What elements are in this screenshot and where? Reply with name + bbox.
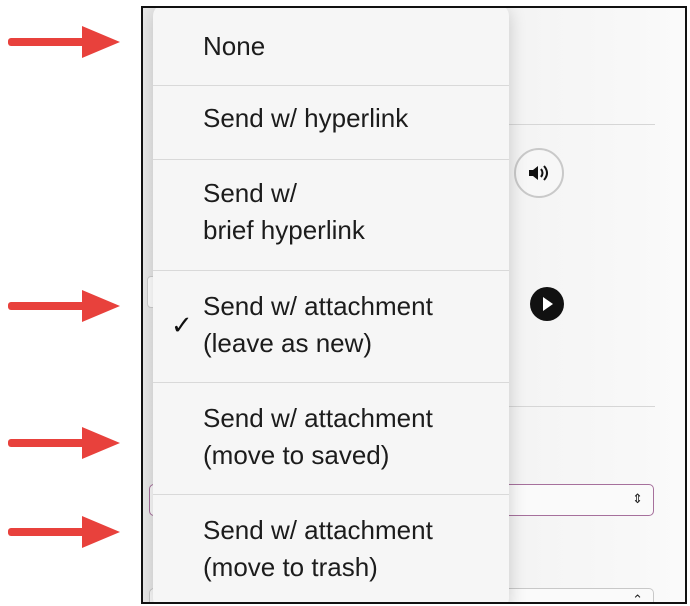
play-icon (543, 297, 553, 311)
menu-item-label: None (203, 31, 266, 61)
background-divider (503, 406, 655, 407)
speaker-button[interactable] (514, 148, 564, 198)
chevron-up-down-icon: ⇕ (632, 492, 643, 507)
checkmark-icon: ✓ (171, 311, 193, 341)
annotation-arrow-move-to-saved (8, 427, 120, 459)
attachment-options-menu: None Send w/ hyperlink Send w/ brief hyp… (153, 8, 509, 602)
menu-item-label: Send w/ attachment (move to trash) (203, 515, 433, 582)
menu-separator (153, 382, 509, 383)
speaker-icon (529, 165, 548, 181)
menu-item-send-attachment-leave-as-new[interactable]: ✓ Send w/ attachment (leave as new) (153, 288, 509, 368)
menu-item-label: Send w/ attachment (move to saved) (203, 403, 433, 470)
menu-item-send-brief-hyperlink[interactable]: Send w/ brief hyperlink (153, 175, 509, 255)
annotation-arrow-none (8, 26, 120, 58)
menu-item-none[interactable]: None (153, 28, 509, 78)
chevron-up-icon: ⌃ (632, 592, 643, 604)
menu-item-send-hyperlink[interactable]: Send w/ hyperlink (153, 100, 509, 150)
menu-separator (153, 159, 509, 160)
menu-item-label: Send w/ brief hyperlink (203, 178, 365, 245)
menu-separator (153, 494, 509, 495)
menu-item-send-attachment-move-to-trash[interactable]: Send w/ attachment (move to trash) (153, 512, 509, 592)
app-window: ⇕ ⌃ None Send w/ hyperlink Send w/ brief… (141, 6, 687, 604)
menu-separator (153, 85, 509, 86)
annotation-arrow-move-to-trash (8, 516, 120, 548)
menu-separator (153, 270, 509, 271)
menu-item-send-attachment-move-to-saved[interactable]: Send w/ attachment (move to saved) (153, 400, 509, 480)
play-button[interactable] (530, 287, 564, 321)
menu-item-label: Send w/ attachment (leave as new) (203, 291, 433, 358)
background-divider (503, 124, 655, 125)
annotation-arrow-leave-as-new (8, 290, 120, 322)
menu-item-label: Send w/ hyperlink (203, 103, 409, 133)
